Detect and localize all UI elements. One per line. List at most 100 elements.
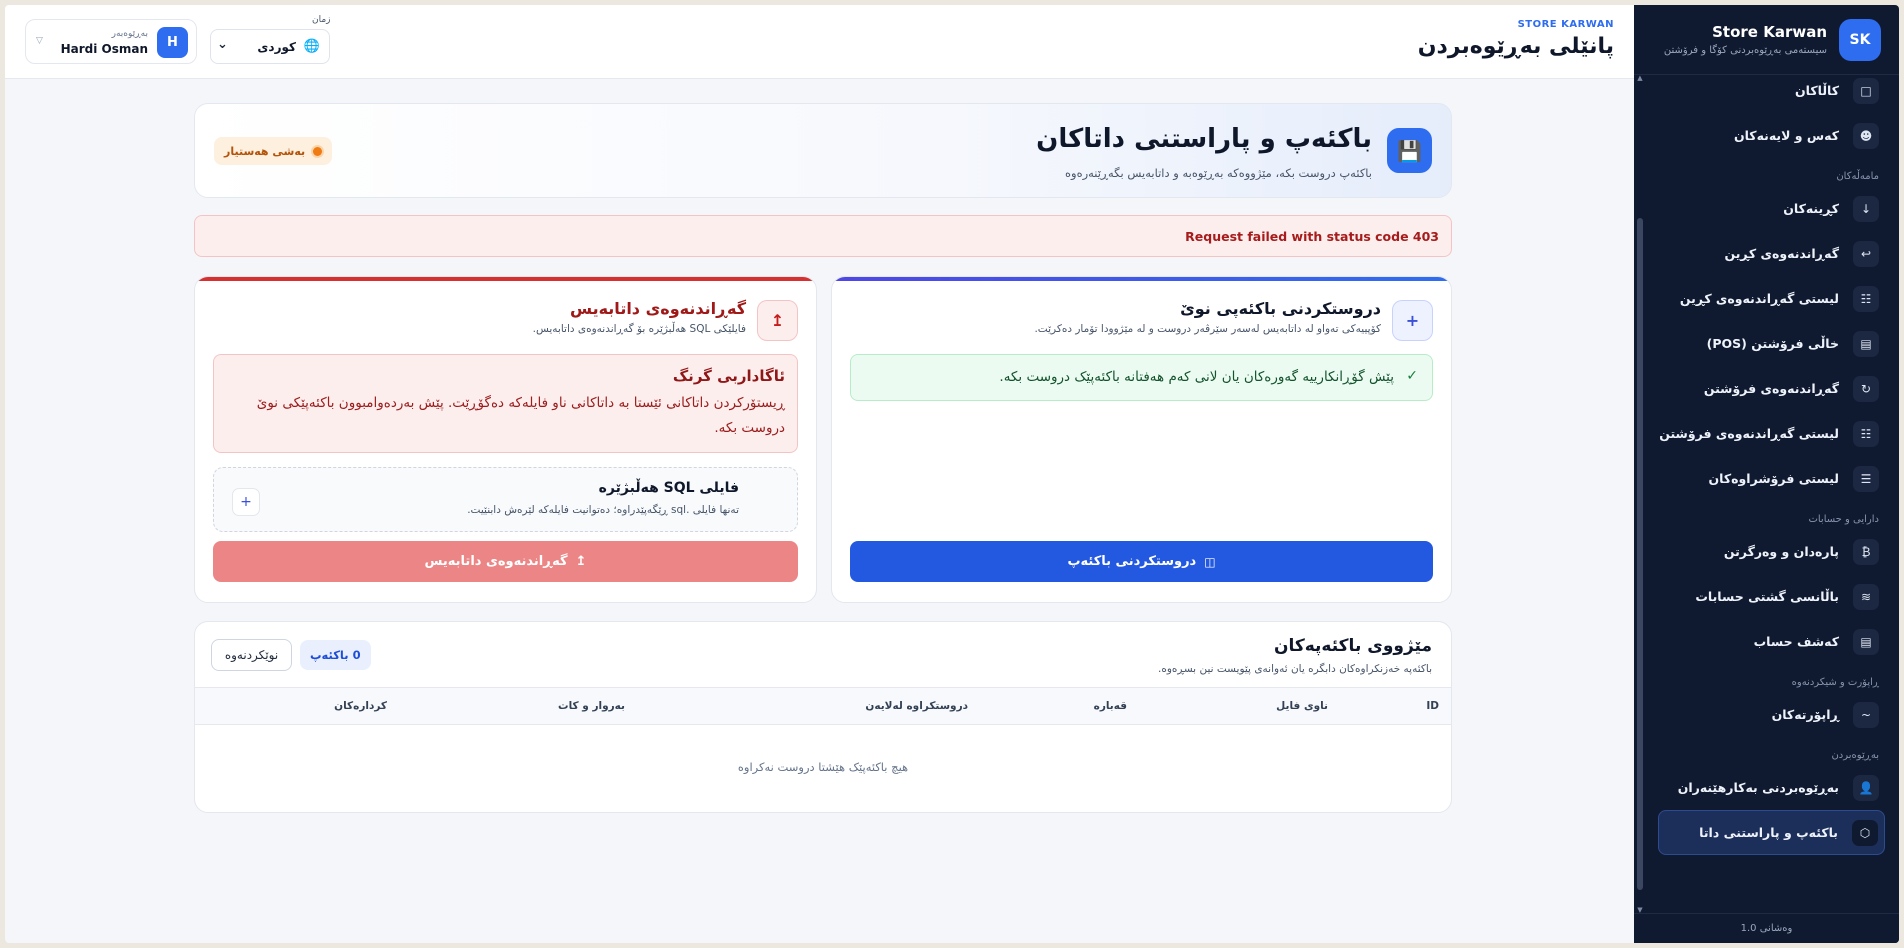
sidebar-item-label: لیستی گەڕاندنەوەی کڕین xyxy=(1679,291,1839,306)
user-menu[interactable]: H بەڕێوەبەر Hardi Osman ▽ xyxy=(25,19,197,64)
sidebar-item-purchase-return-list[interactable]: ☷ لیستی گەڕاندنەوەی کڕین xyxy=(1658,276,1885,321)
sidebar-item-sales-return-list[interactable]: ☷ لیستی گەڕاندنەوەی فرۆشتن xyxy=(1658,411,1885,456)
chart-line-icon: ~ xyxy=(1853,701,1879,728)
chevron-down-icon: ⌄ xyxy=(217,37,228,52)
sidebar-section-finance: دارایی و حسابات xyxy=(1808,514,1879,525)
restore-subtitle: فایلێکی SQL هەڵبژێرە بۆ گەڕاندنەوەی داتا… xyxy=(532,323,746,335)
brand-name: Store Karwan xyxy=(1712,23,1827,41)
col-file-name: ناوی فایل xyxy=(1276,700,1328,712)
sidebar-item-label: کەشف حساب xyxy=(1753,634,1839,649)
create-backup-card: + دروستکردنی باکئەپی نوێ کۆپییەکی تەواو … xyxy=(831,276,1452,603)
brand-subtitle: سیستەمی بەڕێوەبردنی کۆگا و فرۆشتن xyxy=(1663,45,1827,56)
badge-label: بەشی هەستیار xyxy=(224,144,306,158)
list-icon: ☷ xyxy=(1853,285,1879,312)
globe-icon: 🌐 xyxy=(303,39,320,54)
sidebar-item-label: خاڵی فرۆشتن (POS) xyxy=(1706,336,1839,351)
sidebar-item-users[interactable]: 👤 بەڕێوەبردنی بەکارهێنەران xyxy=(1658,765,1885,810)
app-window: STORE KARWAN پانێلی بەڕێوەبردن زمان 🌐 کو… xyxy=(5,5,1899,943)
language-label: زمان xyxy=(312,15,331,25)
col-date-time: بەروار و کات xyxy=(558,700,625,712)
history-subtitle: باکئەپە خەزنکراوەکان دابگرە یان ئەوانەی … xyxy=(1158,663,1432,675)
sidebar-item-purchase-return[interactable]: ↩ گەڕاندنەوەی کڕین xyxy=(1658,231,1885,276)
language-value: کوردی xyxy=(257,40,296,54)
card-accent-line xyxy=(195,277,816,281)
sql-file-dropzone[interactable]: فایلی SQL هەڵبژێرە تەنها فایلی .sql ڕێگە… xyxy=(213,467,798,532)
page-header-card: 💾 باکئەپ و پاراستنی داتاکان باکئەپ دروست… xyxy=(194,103,1452,198)
history-title: مێژووی باکئەپەکان xyxy=(1273,636,1432,656)
restore-title: گەڕاندنەوەی داتابەیس xyxy=(569,299,746,318)
sidebar-item-backup[interactable]: ⬡ باکئەپ و پاراستنی داتا xyxy=(1658,810,1885,855)
sidebar-item-purchases[interactable]: ↓ کڕینەکان xyxy=(1658,186,1885,231)
sidebar-item-label: لیستی فرۆشراوەکان xyxy=(1708,471,1839,486)
upload-icon: ↥ xyxy=(757,300,798,341)
sidebar-item-parties[interactable]: ☻ کەس و لایەنەکان xyxy=(1658,113,1885,158)
people-icon: ☻ xyxy=(1853,122,1879,149)
database-icon: ⬡ xyxy=(1852,819,1878,846)
sidebar-item-payments[interactable]: ₿ پارەدان و وەرگرتن xyxy=(1658,529,1885,574)
brand-logo: SK xyxy=(1839,18,1881,61)
sidebar-section-admin: بەڕێوەبردن xyxy=(1831,750,1879,761)
chevron-down-icon: ▽ xyxy=(36,36,43,46)
user-name: Hardi Osman xyxy=(60,42,148,56)
sidebar-nav-scroll: □ کاڵاکان ☻ کەس و لایەنەکان مامەڵەکان ↓ … xyxy=(1634,75,1899,943)
sidebar-item-label: باکئەپ و پاراستنی داتا xyxy=(1699,825,1838,840)
currency-icon: ₿ xyxy=(1853,538,1879,565)
sidebar-item-label: گەڕاندنەوەی کڕین xyxy=(1724,246,1839,261)
sensitive-badge: بەشی هەستیار xyxy=(214,137,333,165)
sidebar-item-label: باڵانسی گشتی حسابات xyxy=(1695,589,1839,604)
restore-database-card: ↥ گەڕاندنەوەی داتابەیس فایلێکی SQL هەڵبژ… xyxy=(194,276,817,603)
sidebar-item-sales-return[interactable]: ↻ گەڕاندنەوەی فرۆشتن xyxy=(1658,366,1885,411)
sidebar-item-balance[interactable]: ≋ باڵانسی گشتی حسابات xyxy=(1658,574,1885,619)
section-subtitle: باکئەپ دروست بکە، مێژووەکە بەڕێوەبە و دا… xyxy=(1064,166,1372,180)
language-select[interactable]: 🌐 کوردی ⌄ xyxy=(210,29,330,64)
section-title: باکئەپ و پاراستنی داتاکان xyxy=(1036,124,1372,154)
avatar: H xyxy=(157,27,188,58)
table-header: ID ناوی فایل قەبارە دروستکراوە لەلایەن ب… xyxy=(195,687,1451,725)
user-role: بەڕێوەبەر xyxy=(111,29,148,39)
create-backup-button-label: دروستکردنی باکئەپ xyxy=(1067,554,1197,569)
empty-state: هیچ باکئەپێک هێشتا دروست نەکراوە xyxy=(737,760,909,774)
sidebar-item-statement[interactable]: ▤ کەشف حساب xyxy=(1658,619,1885,664)
create-backup-subtitle: کۆپییەکی تەواو لە داتابەیس لەسەر سێرڤەر … xyxy=(1034,323,1381,335)
upload-icon: ↥ xyxy=(575,554,587,569)
card-accent-line xyxy=(832,277,1451,281)
add-file-icon[interactable]: + xyxy=(232,488,260,516)
warning-title: ئاگاداربی گرنگ xyxy=(672,367,785,385)
statement-icon: ▤ xyxy=(1853,628,1879,655)
sidebar: SK Store Karwan سیستەمی بەڕێوەبردنی کۆگا… xyxy=(1634,5,1899,943)
register-icon: ▤ xyxy=(1853,330,1879,357)
sidebar-item-label: لیستی گەڕاندنەوەی فرۆشتن xyxy=(1659,426,1839,441)
file-dropzone-title: فایلی SQL هەڵبژێرە xyxy=(598,480,739,496)
restore-button-label: گەڕاندنەوەی داتابەیس xyxy=(424,554,568,569)
sidebar-item-pos[interactable]: ▤ خاڵی فرۆشتن (POS) xyxy=(1658,321,1885,366)
sidebar-item-label: کەس و لایەنەکان xyxy=(1733,128,1839,143)
sidebar-section-transactions: مامەڵەکان xyxy=(1836,171,1879,182)
col-id: ID xyxy=(1426,700,1439,712)
list-icon: ☷ xyxy=(1853,420,1879,447)
create-backup-button[interactable]: ◫ دروستکردنی باکئەپ xyxy=(850,541,1433,582)
sidebar-item-label: گەڕاندنەوەی فرۆشتن xyxy=(1703,381,1839,396)
tip-box: ✓ پێش گۆڕانکارییە گەورەکان یان لانی کەم … xyxy=(850,354,1433,401)
lines-icon: ☰ xyxy=(1853,465,1879,492)
balance-icon: ≋ xyxy=(1853,583,1879,610)
sidebar-item-label: کاڵاکان xyxy=(1795,83,1839,98)
top-header: STORE KARWAN پانێلی بەڕێوەبردن زمان 🌐 کو… xyxy=(5,5,1634,79)
scroll-up-icon[interactable]: ▲ xyxy=(1637,75,1643,82)
sidebar-item-sold-list[interactable]: ☰ لیستی فرۆشراوەکان xyxy=(1658,456,1885,501)
refresh-icon: ↻ xyxy=(1853,375,1879,402)
box-icon: □ xyxy=(1853,77,1879,104)
header-title-block: STORE KARWAN پانێلی بەڕێوەبردن xyxy=(1418,19,1614,59)
arrow-down-icon: ↓ xyxy=(1853,195,1879,222)
sidebar-header: SK Store Karwan سیستەمی بەڕێوەبردنی کۆگا… xyxy=(1634,5,1899,75)
return-icon: ↩ xyxy=(1853,240,1879,267)
restore-database-button[interactable]: ↥ گەڕاندنەوەی داتابەیس xyxy=(213,541,798,582)
refresh-button[interactable]: نوێکردنەوە xyxy=(211,639,292,671)
col-actions: کردارەکان xyxy=(334,700,387,712)
sidebar-scrollbar[interactable]: ▲ ▼ xyxy=(1637,75,1643,914)
sidebar-item-label: کڕینەکان xyxy=(1783,201,1839,216)
warning-box: ئاگاداربی گرنگ ڕیستۆرکردن داتاکانی ئێستا… xyxy=(213,354,798,453)
sidebar-item-products[interactable]: □ کاڵاکان xyxy=(1658,75,1885,113)
scrollbar-thumb[interactable] xyxy=(1637,218,1643,890)
plus-icon: + xyxy=(1392,300,1433,341)
sidebar-item-reports[interactable]: ~ ڕاپۆرتەکان xyxy=(1658,692,1885,737)
